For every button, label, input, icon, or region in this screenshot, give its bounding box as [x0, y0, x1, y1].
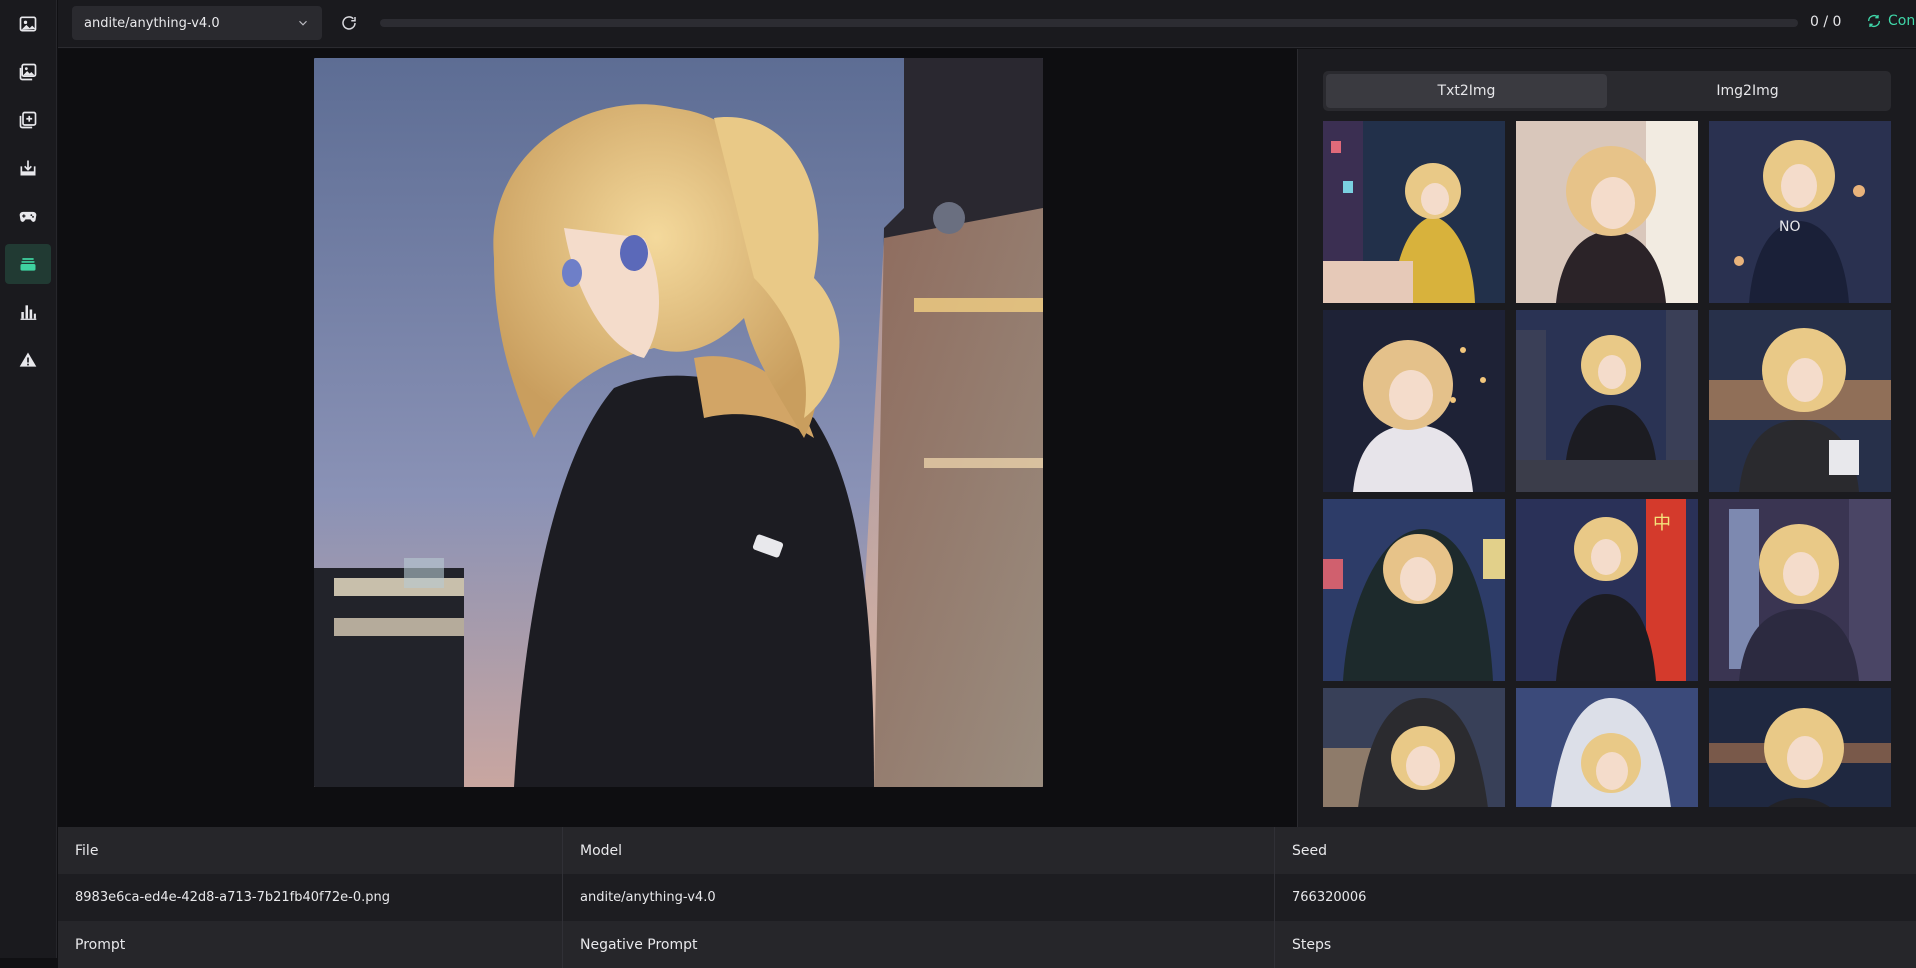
connection-status: Connected — [1866, 13, 1916, 29]
add-image-icon — [19, 111, 37, 129]
images-icon — [19, 63, 37, 81]
chevron-down-icon — [299, 20, 307, 26]
gamepad-icon — [19, 211, 37, 222]
info-header-row-2: Prompt Negative Prompt Steps — [58, 921, 1916, 968]
refresh-icon — [342, 16, 356, 30]
sync-icon — [1868, 15, 1880, 27]
gallery-thumbnail[interactable]: 中 — [1516, 499, 1698, 681]
value-file: 8983e6ca-ed4e-42d8-a713-7b21fb40f72e-0.p… — [58, 874, 563, 921]
model-select-value: andite/anything-v4.0 — [84, 15, 220, 31]
value-model: andite/anything-v4.0 — [563, 874, 1275, 921]
gallery-thumbnail[interactable] — [1709, 499, 1891, 681]
gallery-thumbnail[interactable] — [1323, 688, 1505, 807]
gallery-thumbnail[interactable] — [1709, 310, 1891, 492]
preview-area — [58, 49, 1297, 827]
gallery-thumbnail[interactable] — [1323, 121, 1505, 303]
thumbnail-grid: NO 中 — [1323, 121, 1891, 807]
sidebar-item-models[interactable] — [5, 244, 51, 284]
header-steps: Steps — [1292, 936, 1332, 953]
sidebar-item-download[interactable] — [5, 148, 51, 188]
image-info-table: File Model Seed 8983e6ca-ed4e-42d8-a713-… — [58, 827, 1916, 968]
sidebar-item-image[interactable] — [5, 4, 51, 44]
image-icon — [19, 16, 37, 32]
gallery-thumbnail[interactable]: NO — [1709, 121, 1891, 303]
header-negative-prompt: Negative Prompt — [563, 921, 1275, 968]
status-text: Connected — [1888, 13, 1916, 29]
gallery-thumbnail[interactable] — [1516, 121, 1698, 303]
gallery-thumbnail[interactable] — [1323, 310, 1505, 492]
download-icon — [20, 160, 36, 176]
sidebar — [0, 0, 57, 958]
header-seed: Seed — [1292, 842, 1327, 859]
mode-tabs: Txt2Img Img2Img — [1323, 71, 1891, 111]
gallery-thumbnail[interactable] — [1516, 688, 1698, 807]
progress-text: 0 / 0 — [1810, 14, 1842, 30]
gallery-panel: Txt2Img Img2Img NO 中 — [1297, 49, 1916, 827]
header-file: File — [58, 827, 563, 874]
tab-img2img[interactable]: Img2Img — [1607, 74, 1888, 108]
preview-image[interactable] — [314, 58, 1043, 787]
gallery-thumbnail[interactable] — [1709, 688, 1891, 807]
warning-icon — [19, 352, 37, 367]
header-prompt: Prompt — [58, 921, 563, 968]
model-select[interactable]: andite/anything-v4.0 — [72, 6, 322, 40]
sidebar-item-warning[interactable] — [5, 340, 51, 380]
progress-bar — [380, 19, 1798, 27]
header-model: Model — [563, 827, 1275, 874]
bar-chart-icon — [20, 305, 37, 320]
gallery-thumbnail[interactable] — [1323, 499, 1505, 681]
svg-text:NO: NO — [1779, 219, 1801, 235]
sidebar-item-add[interactable] — [5, 100, 51, 140]
layers-icon — [20, 258, 36, 271]
info-value-row: 8983e6ca-ed4e-42d8-a713-7b21fb40f72e-0.p… — [58, 874, 1916, 921]
value-seed: 766320006 — [1292, 890, 1367, 905]
refresh-button[interactable] — [338, 12, 360, 34]
svg-text:中: 中 — [1653, 513, 1671, 534]
topbar: andite/anything-v4.0 0 / 0 Connected — [58, 0, 1916, 48]
sidebar-item-gamepad[interactable] — [5, 196, 51, 236]
sidebar-item-stats[interactable] — [5, 292, 51, 332]
gallery-thumbnail[interactable] — [1516, 310, 1698, 492]
sidebar-item-gallery[interactable] — [5, 52, 51, 92]
info-header-row: File Model Seed — [58, 827, 1916, 874]
tab-txt2img[interactable]: Txt2Img — [1326, 74, 1607, 108]
